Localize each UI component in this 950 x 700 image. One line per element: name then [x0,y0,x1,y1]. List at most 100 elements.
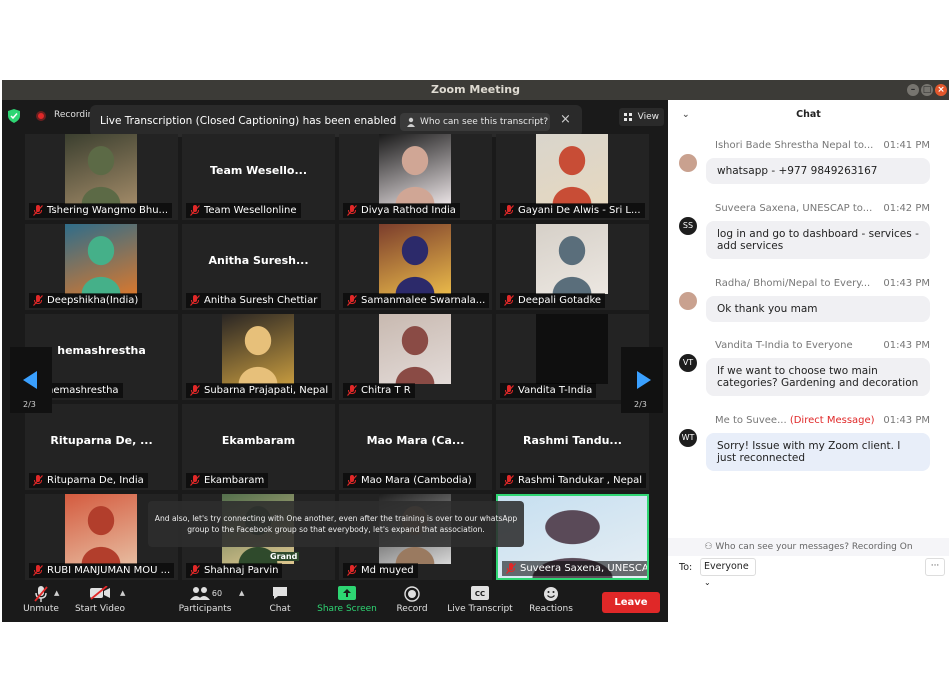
svg-text:CC: CC [475,590,485,598]
participant-tile[interactable]: Ekambaram Ekambaram [182,404,335,490]
share-screen-button[interactable]: Share Screen [312,582,382,622]
participant-video [536,314,608,384]
muted-mic-icon [190,205,200,216]
page-indicator-right: 2/3 [634,400,647,409]
participant-tile[interactable]: Mao Mara (Ca... Mao Mara (Cambodia) [339,404,492,490]
participant-name-label: Mao Mara (Cambodia) [343,473,476,488]
participant-video [379,134,451,204]
chat-time: 01:41 PM [883,140,930,151]
participant-video [65,224,137,294]
participant-name-label: Divya Rathod India [343,203,460,218]
leave-button[interactable]: Leave [602,592,660,613]
participant-tile[interactable]: Subarna Prajapati, Nepal [182,314,335,400]
chat-bubble-icon [273,587,287,599]
window-title: Zoom Meeting [431,83,520,96]
chat-footer: ⚇ Who can see your messages? Recording O… [668,538,949,622]
participant-name-label: Chitra T R [343,383,415,398]
participant-tile[interactable]: Deepali Gotadke [496,224,649,310]
participant-tile[interactable]: Anitha Suresh... Anitha Suresh Chettiar [182,224,335,310]
muted-mic-icon [190,295,200,306]
participant-name-label: Rashmi Tandukar , Nepal [500,473,646,488]
participant-name-text: Suveera Saxena, UNESCAP [520,563,649,574]
participant-name-label: Rituparna De, India [29,473,148,488]
chat-sender: Vandita T-India to Everyone [715,340,853,351]
avatar: VT [679,354,697,372]
participant-name-text: Deepali Gotadke [518,295,602,306]
close-icon[interactable]: × [935,84,947,96]
more-options-button[interactable]: ··· [925,558,945,576]
maximize-icon[interactable]: □ [921,84,933,96]
participant-tile[interactable]: Deepshikha(India) [25,224,178,310]
participant-display-name: Mao Mara (Ca... [366,434,465,447]
chevron-down-icon: ⌄ [704,578,711,587]
chat-message-meta: Me to Suvee... (Direct Message) 01:43 PM [715,415,930,426]
participant-display-name: Rituparna De, ... [50,434,153,447]
close-notice-icon[interactable]: × [560,112,571,127]
reactions-button[interactable]: Reactions [524,582,578,622]
participant-video [65,494,137,564]
participant-sign-text: Grand [268,552,300,561]
view-label: View [637,112,659,122]
share-screen-label: Share Screen [317,604,377,614]
participant-tile[interactable]: Team Wesello... Team Wesellonline [182,134,335,220]
participant-display-name: Anitha Suresh... [208,254,309,267]
video-options-caret-icon[interactable]: ▲ [120,589,125,597]
participant-name-text: Md muyed [361,565,414,576]
chat-button[interactable]: Chat [258,582,302,622]
person-info-icon [407,117,415,127]
chat-header: ⌄ Chat [668,100,949,130]
chat-message-meta: Radha/ Bhomi/Nepal to Every... 01:43 PM [715,278,930,289]
live-transcript-button[interactable]: CC Live Transcript [442,582,518,622]
participant-tile[interactable]: Rashmi Tandu... Rashmi Tandukar , Nepal [496,404,649,490]
chat-message-meta: Ishori Bade Shrestha Nepal to... 01:41 P… [715,140,930,151]
participant-name-text: Subarna Prajapati, Nepal [204,385,329,396]
participants-caret-icon[interactable]: ▲ [239,589,244,597]
participant-name-text: Mao Mara (Cambodia) [361,475,472,486]
muted-mic-icon [347,475,357,486]
participants-button[interactable]: 60 Participants [174,582,236,622]
arrow-left-icon [23,371,37,389]
previous-page-button[interactable]: 2/3 [10,347,52,413]
who-can-see-messages[interactable]: ⚇ Who can see your messages? Recording O… [668,538,949,556]
record-button[interactable]: Record [390,582,434,622]
start-video-button[interactable]: Start Video [70,582,130,622]
muted-mic-icon [347,565,357,576]
participant-tile[interactable]: Samanmalee Swarnala... [339,224,492,310]
muted-mic-icon [190,565,200,576]
meeting-toolbar: Unmute ▲ Start Video ▲ 60 Participants ▲… [2,582,668,622]
unmute-button[interactable]: Unmute [16,582,66,622]
chat-message-meta: Suveera Saxena, UNESCAP to... 01:42 PM [715,203,930,214]
who-can-see-transcript-button[interactable]: Who can see this transcript? [400,113,550,131]
chat-time: 01:42 PM [883,203,930,214]
chevron-down-icon[interactable]: ⌄ [682,100,690,130]
recipient-select[interactable]: Everyone ⌄ [700,558,756,587]
live-caption: And also, let's try connecting with One … [148,501,524,547]
chat-label: Chat [269,604,291,614]
participant-name-label: Team Wesellonline [186,203,301,218]
participant-name-text: Team Wesellonline [204,205,297,216]
participant-name-label: Vandita T-India [500,383,597,398]
security-shield-icon[interactable] [8,109,20,123]
muted-mic-icon [504,295,514,306]
participant-tile[interactable]: Chitra T R [339,314,492,400]
participant-video [536,224,608,294]
next-page-button[interactable]: 2/3 [621,347,663,413]
participant-name-label: Samanmalee Swarnala... [343,293,490,308]
audio-options-caret-icon[interactable]: ▲ [54,589,59,597]
meeting-area: Recording Live Transcription (Closed Cap… [2,100,668,622]
participant-tile[interactable]: Tshering Wangmo Bhu... [25,134,178,220]
participant-name-text: Rituparna De, India [47,475,144,486]
chat-message-bubble: Sorry! Issue with my Zoom client. I just… [706,433,930,471]
muted-mic-icon [34,586,48,602]
muted-mic-icon [190,385,200,396]
recipient-value: Everyone [704,561,749,572]
participant-tile[interactable]: Divya Rathod India [339,134,492,220]
page-indicator-left: 2/3 [23,400,36,409]
participant-tile[interactable]: Rituparna De, ... Rituparna De, India [25,404,178,490]
participant-name-label: Subarna Prajapati, Nepal [186,383,333,398]
view-button[interactable]: View [619,108,664,126]
minimize-icon[interactable]: – [907,84,919,96]
participant-display-name: Ekambaram [221,434,296,447]
participant-tile[interactable]: Gayani De Alwis - Sri L... [496,134,649,220]
muted-mic-icon [190,475,200,486]
